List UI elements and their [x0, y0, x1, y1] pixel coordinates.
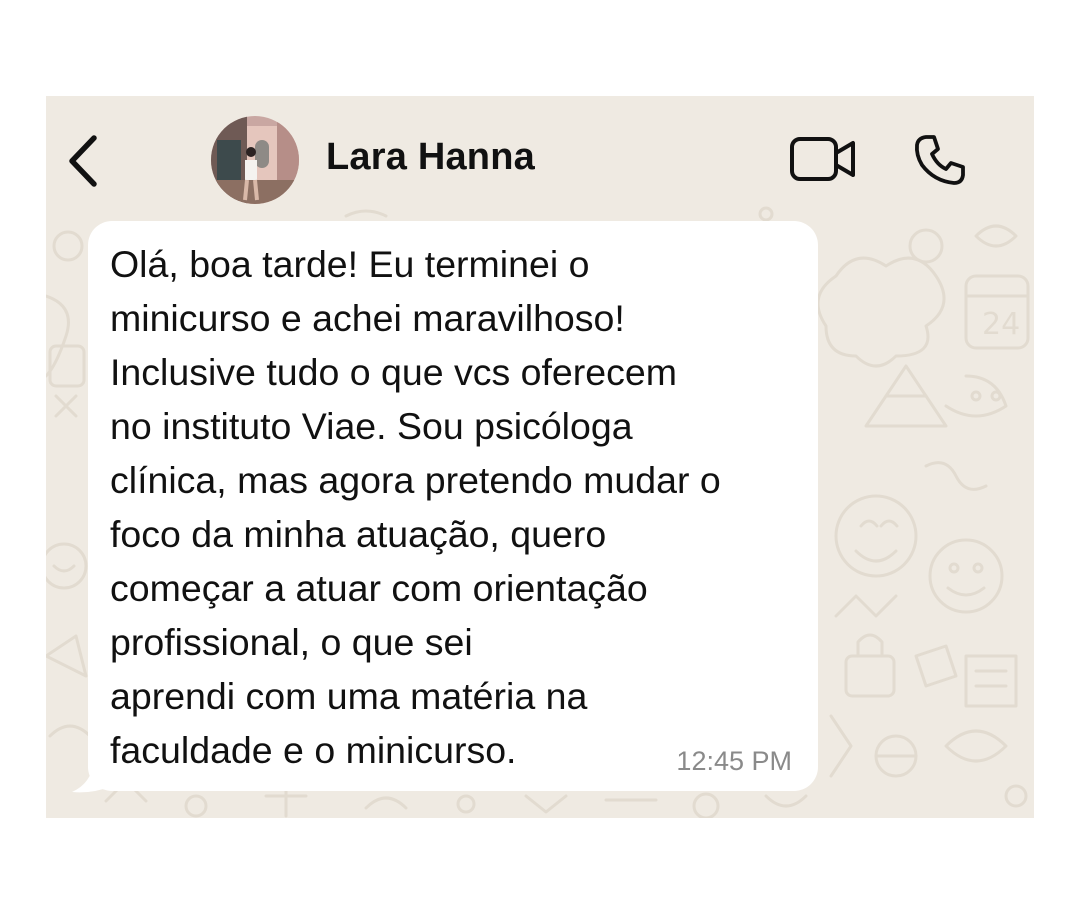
voice-call-button[interactable] — [912, 132, 968, 188]
chevron-left-icon — [69, 135, 97, 187]
chat-screen: 24 Lara Hanna Olá, boa tarde! Eu termine… — [46, 96, 1034, 818]
message-timestamp: 12:45 PM — [676, 746, 792, 776]
chat-header: Lara Hanna — [46, 96, 1034, 216]
video-call-button[interactable] — [789, 136, 857, 182]
incoming-message-bubble[interactable]: Olá, boa tarde! Eu terminei o minicurso … — [88, 221, 818, 791]
avatar-photo — [211, 116, 299, 204]
back-button[interactable] — [64, 134, 104, 188]
phone-icon — [914, 135, 965, 185]
contact-name[interactable]: Lara Hanna — [326, 136, 535, 179]
svg-text:24: 24 — [982, 307, 1020, 342]
video-camera-icon — [790, 137, 855, 181]
avatar[interactable] — [211, 116, 299, 204]
message-text: Olá, boa tarde! Eu terminei o minicurso … — [110, 243, 721, 771]
